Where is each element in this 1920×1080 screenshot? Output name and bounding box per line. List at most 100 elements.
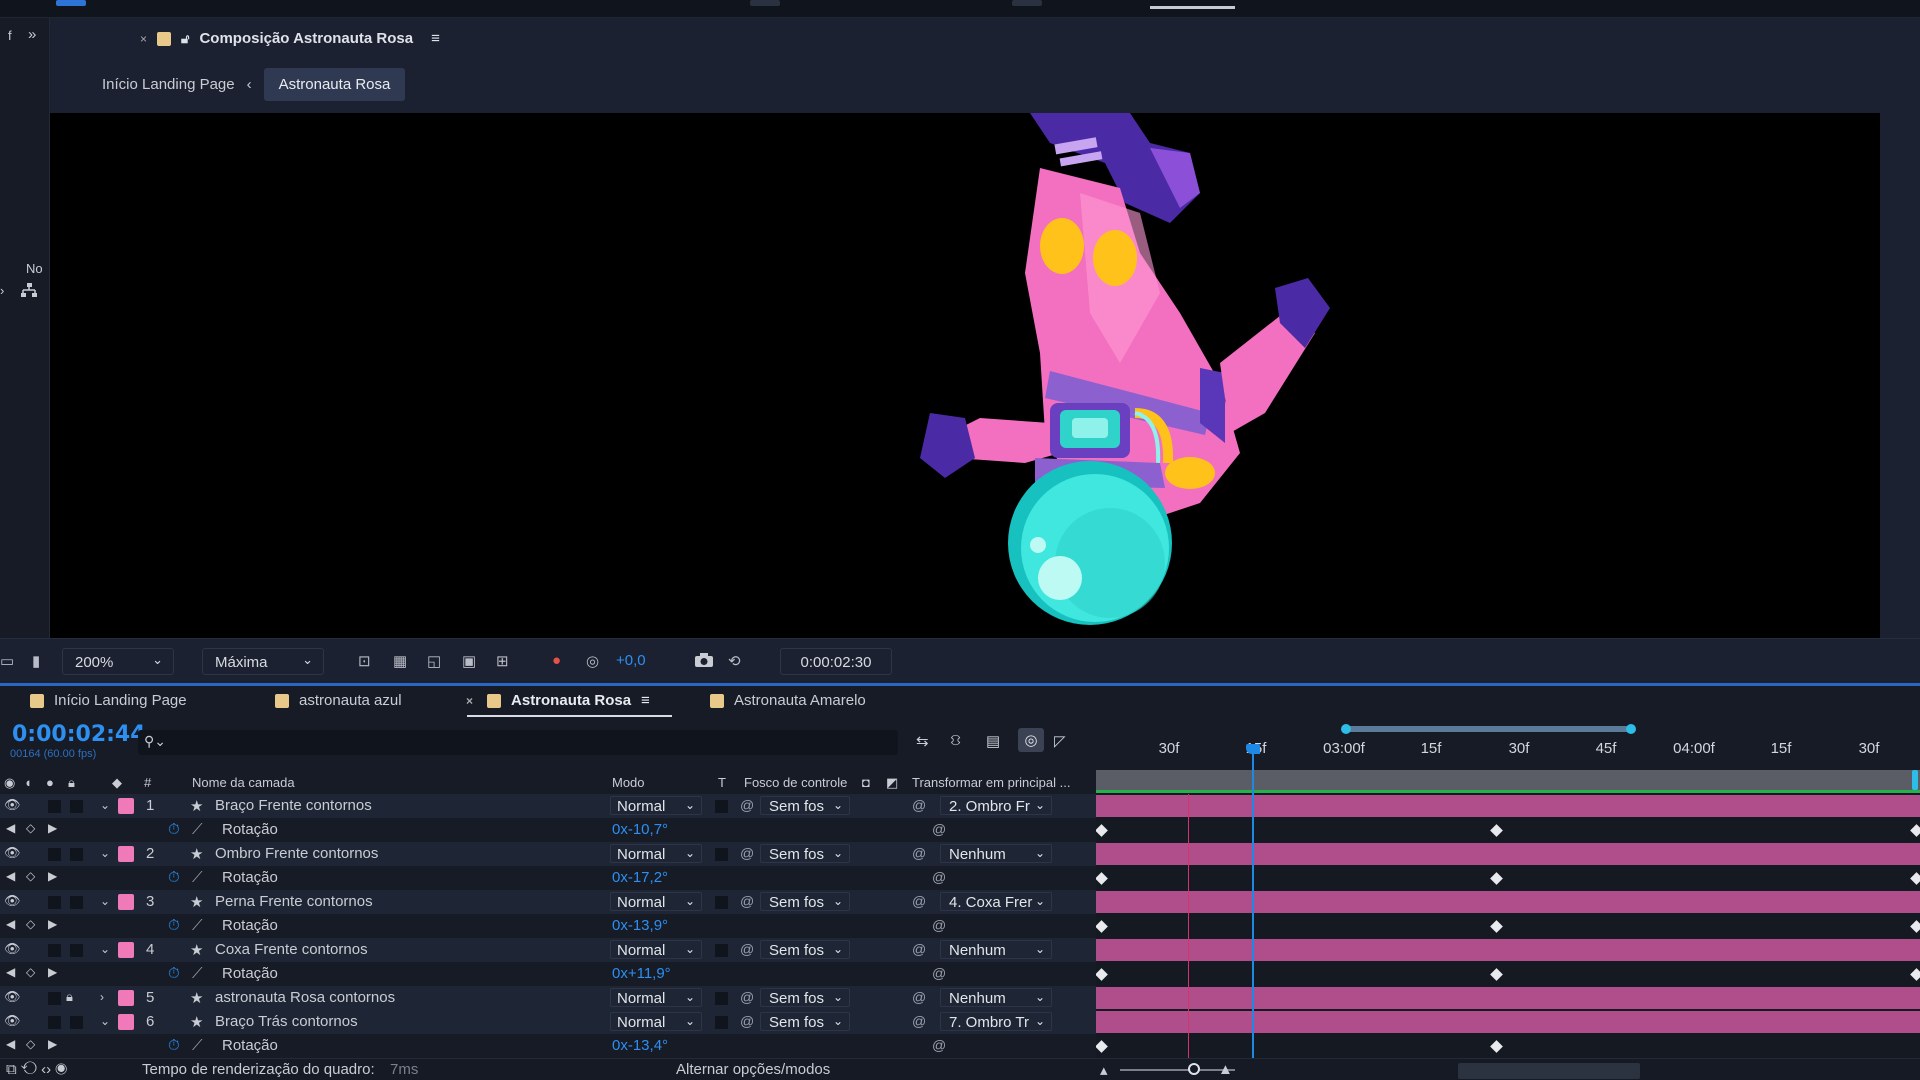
breadcrumb-item[interactable]: Início Landing Page xyxy=(102,76,235,93)
layer-duration-bar[interactable] xyxy=(1096,987,1920,1009)
graph-icon[interactable]: ⟋ xyxy=(192,1037,203,1054)
chevron-right-icon[interactable]: › xyxy=(0,283,4,298)
tab-inicio-landing-page[interactable]: Início Landing Page xyxy=(30,692,187,709)
chevron-right-icon[interactable]: › xyxy=(100,990,104,1004)
tool-button[interactable] xyxy=(750,0,780,6)
prev-keyframe-icon[interactable]: ◀ xyxy=(6,965,15,979)
layer-search-input[interactable]: ⚲⌄ xyxy=(138,730,898,755)
frame-blending-icon[interactable]: ▤ xyxy=(986,732,1000,750)
show-snapshot-icon[interactable]: ⟲ xyxy=(728,652,748,670)
layer-name[interactable]: Ombro Frente contornos xyxy=(215,845,378,862)
lock-toggle[interactable] xyxy=(70,944,83,957)
next-keyframe-icon[interactable]: ▶ xyxy=(48,821,57,835)
add-keyframe-icon[interactable]: ◇ xyxy=(26,917,35,931)
blend-mode-dropdown[interactable]: Normal ⌄ xyxy=(610,892,702,911)
region-of-interest-icon[interactable]: ▣ xyxy=(462,652,482,670)
layer-row[interactable]: 👁︎ ⌄ 6 ★ Braço Trás contornos Normal ⌄ @ … xyxy=(0,1010,1096,1034)
preserve-transparency-toggle[interactable] xyxy=(715,992,728,1005)
layer-row[interactable]: 👁︎ ⌄ 4 ★ Coxa Frente contornos Normal ⌄ @… xyxy=(0,938,1096,962)
timeline-tracks[interactable] xyxy=(1096,794,1920,1058)
layer-duration-bar[interactable] xyxy=(1096,939,1920,961)
rotation-value[interactable]: 0x-17,2° xyxy=(612,869,668,886)
solo-toggle[interactable] xyxy=(48,992,61,1005)
keyframe[interactable] xyxy=(1490,968,1503,981)
chevron-down-icon[interactable]: ⌄ xyxy=(100,1014,110,1028)
layer-duration-bar[interactable] xyxy=(1096,843,1920,865)
rotation-value[interactable]: 0x-13,9° xyxy=(612,917,668,934)
parent-dropdown[interactable]: Nenhum ⌄ xyxy=(940,940,1052,959)
stopwatch-icon[interactable]: ⏱︎ xyxy=(168,869,180,886)
add-keyframe-icon[interactable]: ◇ xyxy=(26,1037,35,1051)
composition-viewer[interactable] xyxy=(50,113,1880,638)
label-color[interactable] xyxy=(118,990,134,1006)
motion-blur-icon[interactable]: ◎ xyxy=(1018,728,1044,752)
layer-row[interactable]: 👁︎ 🔒︎ › 5 ★ astronauta Rosa contornos No… xyxy=(0,986,1096,1010)
expression-pickwhip-icon[interactable]: @ xyxy=(932,917,946,933)
keyframe[interactable] xyxy=(1096,968,1108,981)
preserve-transparency-toggle[interactable] xyxy=(715,848,728,861)
pickwhip-icon[interactable]: @ xyxy=(740,989,754,1005)
audio-toggle-icon[interactable]: ◖ xyxy=(24,775,32,790)
track-matte-dropdown[interactable]: Sem fos ⌄ xyxy=(760,844,850,863)
prev-keyframe-icon[interactable]: ◀ xyxy=(6,1037,15,1051)
track-matte-dropdown[interactable]: Sem fos ⌄ xyxy=(760,988,850,1007)
eye-icon[interactable]: 👁︎ xyxy=(4,845,21,861)
prev-keyframe-icon[interactable]: ◀ xyxy=(6,821,15,835)
lock-toggle[interactable] xyxy=(70,848,83,861)
pickwhip-icon[interactable]: @ xyxy=(740,893,754,909)
solo-toggle[interactable] xyxy=(48,800,61,813)
mask-visibility-icon[interactable]: ◱ xyxy=(427,652,447,670)
label-tag-icon[interactable]: ◆ xyxy=(112,775,122,791)
tool-button-selected[interactable] xyxy=(56,0,86,6)
graph-editor-icon[interactable]: ◸ xyxy=(1054,732,1066,750)
work-area-end-handle[interactable] xyxy=(1912,770,1918,790)
horizontal-scrollbar[interactable] xyxy=(1458,1063,1640,1079)
property-row[interactable]: ◀ ◇ ▶ ⏱︎ ⟋ Rotação 0x-13,4° @ xyxy=(0,1034,1096,1058)
preserve-transparency-toggle[interactable] xyxy=(715,896,728,909)
lock-icon[interactable]: 🔒︎ xyxy=(68,775,75,791)
layer-row[interactable]: 👁︎ ⌄ 1 ★ Braço Frente contornos Normal ⌄ … xyxy=(0,794,1096,818)
lock-toggle[interactable] xyxy=(70,1016,83,1029)
guides-icon[interactable]: ⊞ xyxy=(496,652,516,670)
zoom-out-icon[interactable]: ▴ xyxy=(1100,1061,1108,1079)
label-color[interactable] xyxy=(118,846,134,862)
keyframe[interactable] xyxy=(1490,1040,1503,1053)
label-color[interactable] xyxy=(118,1014,134,1030)
column-layer-name[interactable]: Nome da camada xyxy=(192,775,295,790)
flowchart-icon[interactable] xyxy=(20,282,38,301)
layer-name[interactable]: Coxa Frente contornos xyxy=(215,941,368,958)
property-row[interactable]: ◀ ◇ ▶ ⏱︎ ⟋ Rotação 0x-17,2° @ xyxy=(0,866,1096,890)
expression-pickwhip-icon[interactable]: @ xyxy=(932,1037,946,1053)
chevron-down-icon[interactable]: ⌄ xyxy=(100,894,110,908)
shy-layers-icon[interactable]: ⛻ xyxy=(950,732,961,751)
keyframe[interactable] xyxy=(1490,920,1503,933)
add-keyframe-icon[interactable]: ◇ xyxy=(26,869,35,883)
preserve-transparency-toggle[interactable] xyxy=(715,944,728,957)
keyframe[interactable] xyxy=(1096,824,1108,837)
chevron-down-icon[interactable]: ⌄ xyxy=(100,798,110,812)
color-channels-icon[interactable]: ● xyxy=(552,652,572,670)
preserve-transparency-toggle[interactable] xyxy=(715,800,728,813)
pickwhip-icon[interactable]: @ xyxy=(740,797,754,813)
expression-pickwhip-icon[interactable]: @ xyxy=(932,869,946,885)
snapshot-small-icon[interactable]: ▮ xyxy=(32,652,52,670)
eye-icon[interactable]: 👁︎ xyxy=(4,989,21,1005)
expression-pickwhip-icon[interactable]: @ xyxy=(932,821,946,837)
solo-toggle[interactable] xyxy=(48,848,61,861)
stopwatch-icon[interactable]: ⏱︎ xyxy=(168,821,180,838)
blend-mode-dropdown[interactable]: Normal ⌄ xyxy=(610,1012,702,1031)
stopwatch-icon[interactable]: ⏱︎ xyxy=(168,917,180,934)
next-keyframe-icon[interactable]: ▶ xyxy=(48,1037,57,1051)
eye-icon[interactable]: 👁︎ xyxy=(4,797,21,813)
expression-pickwhip-icon[interactable]: @ xyxy=(932,965,946,981)
blend-mode-dropdown[interactable]: Normal ⌄ xyxy=(610,796,702,815)
chevron-down-icon[interactable]: ⌄ xyxy=(100,846,110,860)
property-row[interactable]: ◀ ◇ ▶ ⏱︎ ⟋ Rotação 0x+11,9° @ xyxy=(0,962,1096,986)
preserve-transparency-toggle[interactable] xyxy=(715,1016,728,1029)
blend-mode-dropdown[interactable]: Normal ⌄ xyxy=(610,940,702,959)
blend-mode-dropdown[interactable]: Normal ⌄ xyxy=(610,988,702,1007)
parent-dropdown[interactable]: Nenhum ⌄ xyxy=(940,988,1052,1007)
layer-duration-bar[interactable] xyxy=(1096,1011,1920,1033)
blend-mode-dropdown[interactable]: Normal ⌄ xyxy=(610,844,702,863)
lock-icon[interactable]: 🔓︎ xyxy=(181,31,189,47)
